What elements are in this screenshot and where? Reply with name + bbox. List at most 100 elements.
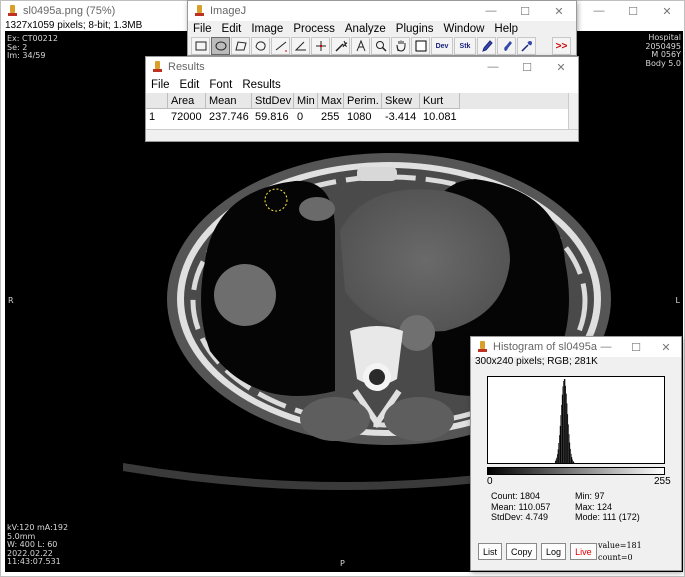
stat-stddev: StdDev: 4.749 xyxy=(491,512,549,522)
imagej-icon xyxy=(7,5,19,17)
copy-button[interactable]: Copy xyxy=(506,543,538,560)
minimize-button[interactable]: — xyxy=(591,337,621,357)
results-header-row: Area Mean StdDev Min Max Perim. Skew Kur… xyxy=(146,93,570,109)
oval-icon xyxy=(215,41,226,51)
results-menubar: File Edit Font Results xyxy=(146,77,286,93)
menu-file[interactable]: File xyxy=(188,23,217,35)
menu-edit[interactable]: Edit xyxy=(217,23,247,35)
imagej-titlebar[interactable]: ImageJ — ☐ ✕ xyxy=(188,1,576,21)
histogram-bar xyxy=(561,394,563,463)
results-titlebar[interactable]: Results — ☐ ✕ xyxy=(146,57,578,77)
results-menu-file[interactable]: File xyxy=(146,79,175,91)
hand-tool[interactable] xyxy=(391,37,410,55)
menu-process[interactable]: Process xyxy=(288,23,340,35)
magnifier-tool[interactable] xyxy=(371,37,390,55)
results-menu-font[interactable]: Font xyxy=(204,79,237,91)
histogram-bar xyxy=(573,462,575,463)
list-button[interactable]: List xyxy=(478,543,503,560)
histogram-axis-min: 0 xyxy=(487,476,493,487)
imagej-icon xyxy=(477,341,489,353)
wand-icon xyxy=(334,40,347,52)
dev-tool[interactable]: Dev xyxy=(431,37,453,55)
text-tool[interactable] xyxy=(351,37,370,55)
minimize-button[interactable]: — xyxy=(474,1,508,21)
table-row[interactable]: 1 72000 237.746 59.816 0 255 1080 -3.414… xyxy=(146,109,570,125)
histogram-bar xyxy=(565,385,566,463)
column-header-skew[interactable]: Skew xyxy=(382,93,420,109)
column-header-kurt[interactable]: Kurt xyxy=(420,93,460,109)
stk-label: Stk xyxy=(459,42,471,50)
maximize-button[interactable]: ☐ xyxy=(510,57,544,77)
maximize-button[interactable]: ☐ xyxy=(621,337,651,357)
histogram-titlebar[interactable]: Histogram of sl0495a — ☐ ✕ xyxy=(471,337,681,357)
overlay-top-left: Ex: CT00212 Se: 2 Im: 34/59 xyxy=(7,34,58,61)
image-window-title: sl0495a.png (75%) xyxy=(23,5,116,17)
menu-help[interactable]: Help xyxy=(489,23,523,35)
angle-tool[interactable] xyxy=(291,37,310,55)
results-horizontal-scrollbar[interactable] xyxy=(146,129,578,141)
pipette-tool[interactable] xyxy=(517,37,536,55)
point-tool[interactable] xyxy=(311,37,330,55)
freehand-tool[interactable] xyxy=(251,37,270,55)
more-tools-button[interactable]: >> xyxy=(552,37,571,55)
polygon-tool[interactable] xyxy=(231,37,250,55)
column-header-stddev[interactable]: StdDev xyxy=(252,93,294,109)
pencil-tool[interactable] xyxy=(477,37,496,55)
imagej-title: ImageJ xyxy=(210,5,247,17)
results-menu-results[interactable]: Results xyxy=(237,79,285,91)
count-text: count=0 xyxy=(598,553,633,562)
results-window: Results — ☐ ✕ File Edit Font Results Are… xyxy=(145,56,579,142)
wand-tool[interactable] xyxy=(331,37,350,55)
brush-tool[interactable] xyxy=(497,37,516,55)
histogram-bar xyxy=(570,453,572,463)
live-button[interactable]: Live xyxy=(570,543,597,560)
dropper-tool[interactable] xyxy=(411,37,430,55)
column-header-area[interactable]: Area xyxy=(168,93,206,109)
histogram-bar xyxy=(570,448,571,463)
magnifier-icon xyxy=(375,41,387,52)
column-header-min[interactable]: Min xyxy=(294,93,318,109)
angle-icon xyxy=(294,41,306,51)
maximize-button[interactable]: ☐ xyxy=(508,1,542,21)
overlay-time: 11:43:07.531 xyxy=(7,557,61,566)
results-title: Results xyxy=(168,61,205,73)
stk-tool[interactable]: Stk xyxy=(454,37,476,55)
column-header-mean[interactable]: Mean xyxy=(206,93,252,109)
histogram-bar xyxy=(557,454,558,463)
minimize-button[interactable]: — xyxy=(582,1,616,21)
close-button[interactable]: ✕ xyxy=(650,1,684,21)
oval-tool[interactable] xyxy=(211,37,230,55)
histogram-bar xyxy=(560,415,562,463)
column-header-perim[interactable]: Perim. xyxy=(344,93,382,109)
histogram-bar xyxy=(559,425,561,463)
column-header-max[interactable]: Max xyxy=(318,93,344,109)
histogram-stats-right: Min: 97 Max: 124 Mode: 111 (172) xyxy=(575,491,640,523)
minimize-button[interactable]: — xyxy=(476,57,510,77)
menu-window[interactable]: Window xyxy=(439,23,490,35)
histogram-bar xyxy=(555,459,557,463)
log-button[interactable]: Log xyxy=(541,543,567,560)
menu-plugins[interactable]: Plugins xyxy=(391,23,439,35)
cell-stddev: 59.816 xyxy=(255,111,289,123)
rectangle-tool[interactable] xyxy=(191,37,210,55)
close-button[interactable]: ✕ xyxy=(544,57,578,77)
polygon-icon xyxy=(234,41,247,51)
close-button[interactable]: ✕ xyxy=(542,1,576,21)
column-header-index[interactable] xyxy=(146,93,168,109)
value-readout: value=181 count=0 xyxy=(598,540,642,564)
histogram-bars xyxy=(554,379,575,463)
close-button[interactable]: ✕ xyxy=(651,337,681,357)
results-menu-edit[interactable]: Edit xyxy=(175,79,205,91)
histogram-bar xyxy=(559,435,560,463)
histogram-plot xyxy=(487,376,665,464)
results-vertical-scrollbar[interactable] xyxy=(568,93,578,129)
histogram-bar xyxy=(556,457,558,463)
histogram-bar xyxy=(563,379,565,463)
menu-analyze[interactable]: Analyze xyxy=(340,23,391,35)
menu-image[interactable]: Image xyxy=(246,23,288,35)
line-tool[interactable] xyxy=(271,37,290,55)
cell-min: 0 xyxy=(297,111,304,123)
maximize-button[interactable]: ☐ xyxy=(616,1,650,21)
cell-area: 72000 xyxy=(171,111,202,123)
rectangle-icon xyxy=(195,41,206,51)
